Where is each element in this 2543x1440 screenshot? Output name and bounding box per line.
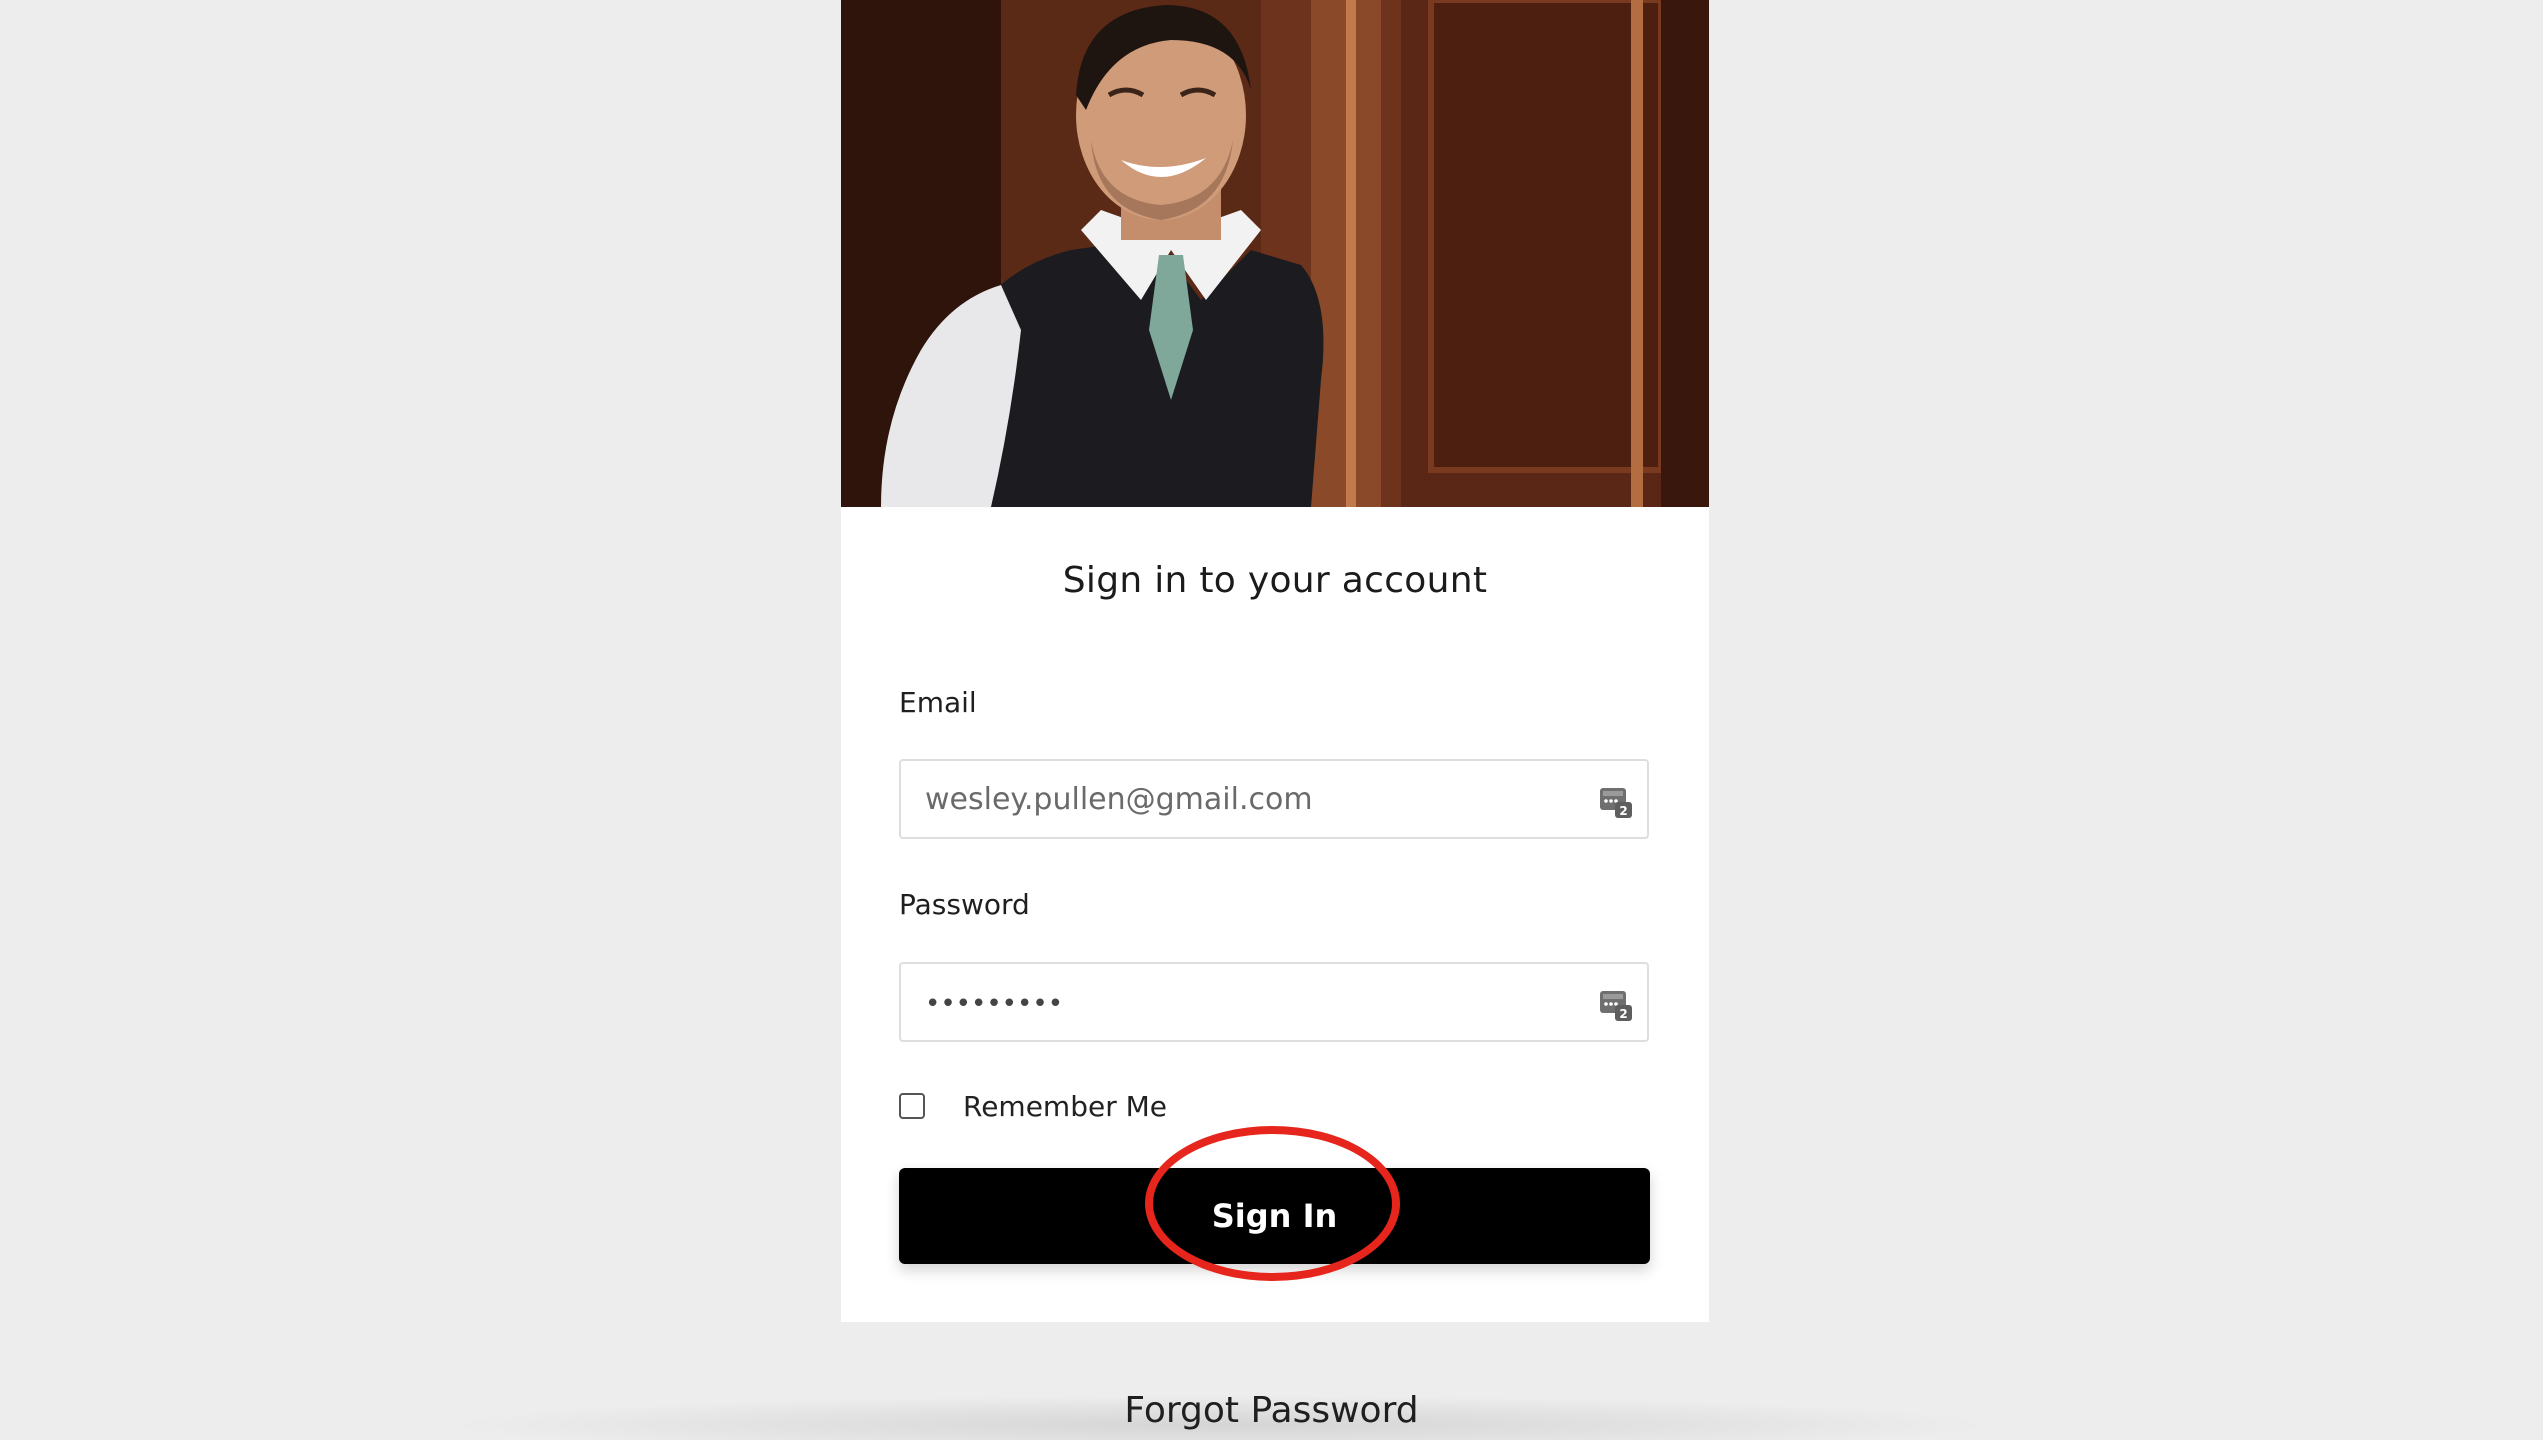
email-input[interactable] bbox=[901, 761, 1647, 837]
page-title: Sign in to your account bbox=[1062, 560, 1488, 601]
email-field[interactable]: 2 bbox=[899, 759, 1649, 839]
email-label: Email bbox=[899, 686, 977, 719]
password-field[interactable]: ••••••••• 2 bbox=[899, 962, 1649, 1042]
remember-me-checkbox[interactable] bbox=[899, 1093, 925, 1119]
password-label: Password bbox=[899, 888, 1030, 921]
forgot-password-link[interactable]: Forgot Password bbox=[0, 1390, 2543, 1431]
page: Sign in to your account Email 2 Password… bbox=[0, 0, 2543, 1440]
hero-photo bbox=[841, 0, 1709, 507]
remember-me-label[interactable]: Remember Me bbox=[963, 1090, 1167, 1123]
sign-in-button[interactable]: Sign In bbox=[899, 1168, 1650, 1264]
password-input[interactable]: ••••••••• bbox=[925, 964, 1063, 1044]
hero-photo-illustration bbox=[841, 0, 1709, 507]
svg-text:2: 2 bbox=[1619, 804, 1627, 818]
login-card: Sign in to your account Email 2 Password… bbox=[841, 0, 1709, 1322]
password-manager-icon[interactable]: 2 bbox=[1599, 785, 1633, 819]
svg-text:2: 2 bbox=[1619, 1007, 1627, 1021]
password-manager-icon[interactable]: 2 bbox=[1599, 988, 1633, 1022]
